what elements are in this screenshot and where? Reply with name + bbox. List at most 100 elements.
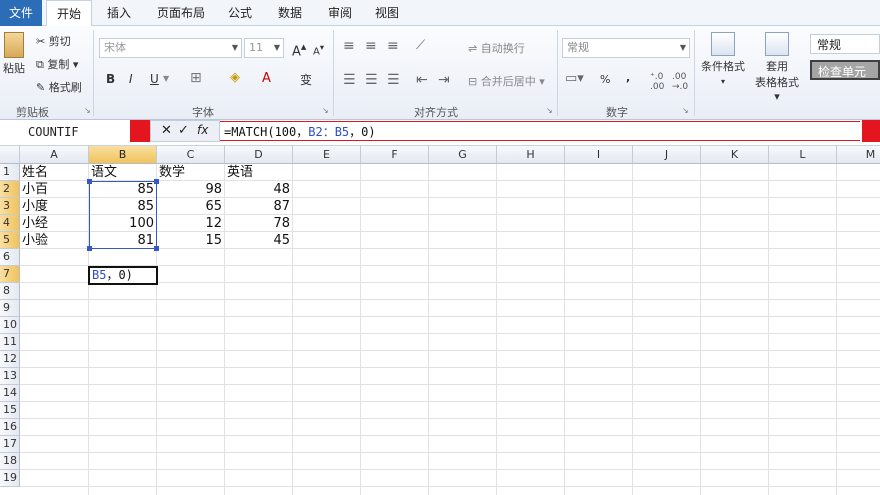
formula-input[interactable]: =MATCH(100，B2：B5，0) bbox=[220, 121, 860, 141]
row-header-11[interactable]: 11 bbox=[0, 334, 20, 351]
italic-button[interactable]: I bbox=[129, 72, 133, 86]
row-header-9[interactable]: 9 bbox=[0, 300, 20, 317]
comma-button[interactable]: , bbox=[626, 71, 630, 84]
wrap-text-button[interactable]: ⇌ 自动换行 bbox=[468, 40, 525, 56]
format-painter-button[interactable]: ✎ 格式刷 bbox=[36, 79, 82, 95]
tab-file[interactable]: 文件 bbox=[0, 0, 42, 26]
column-header-l[interactable]: L bbox=[769, 146, 837, 164]
cell-a5[interactable]: 小验 bbox=[22, 232, 48, 249]
shrink-font-button[interactable]: A▾ bbox=[313, 42, 324, 57]
cell-d3[interactable]: 87 bbox=[225, 198, 292, 215]
cell-d1[interactable]: 英语 bbox=[227, 164, 253, 181]
row-header-1[interactable]: 1 bbox=[0, 164, 20, 181]
align-bottom-icon[interactable]: ≡ bbox=[387, 38, 399, 54]
cut-button[interactable]: ✂ 剪切 bbox=[36, 33, 71, 49]
selection-handle[interactable] bbox=[154, 246, 159, 251]
tab-review[interactable]: 审阅 bbox=[327, 0, 353, 26]
column-header-h[interactable]: H bbox=[497, 146, 565, 164]
number-launcher-icon[interactable]: ↘ bbox=[682, 106, 689, 115]
cell-d4[interactable]: 78 bbox=[225, 215, 292, 232]
increase-indent-icon[interactable]: ⇥ bbox=[438, 72, 450, 88]
tab-view[interactable]: 视图 bbox=[374, 0, 400, 26]
cell-a1[interactable]: 姓名 bbox=[22, 164, 48, 181]
phonetic-button[interactable]: 变 bbox=[300, 71, 312, 88]
tab-insert[interactable]: 插入 bbox=[106, 0, 132, 26]
selection-handle[interactable] bbox=[87, 246, 92, 251]
decrease-decimal-icon[interactable]: .00 →.0 bbox=[672, 72, 688, 92]
grow-font-button[interactable]: A▴ bbox=[292, 40, 306, 59]
column-header-j[interactable]: J bbox=[633, 146, 701, 164]
select-all-corner[interactable] bbox=[0, 146, 20, 164]
cell-a4[interactable]: 小经 bbox=[22, 215, 48, 232]
cell-a2[interactable]: 小百 bbox=[22, 181, 48, 198]
align-right-icon[interactable]: ☰ bbox=[387, 72, 400, 88]
tab-data[interactable]: 数据 bbox=[277, 0, 303, 26]
row-header-7[interactable]: 7 bbox=[0, 266, 20, 283]
cell-a3[interactable]: 小度 bbox=[22, 198, 48, 215]
row-header-15[interactable]: 15 bbox=[0, 402, 20, 419]
insert-function-icon[interactable]: fx bbox=[197, 123, 208, 137]
align-left-icon[interactable]: ☰ bbox=[343, 72, 356, 88]
row-header-10[interactable]: 10 bbox=[0, 317, 20, 334]
row-header-6[interactable]: 6 bbox=[0, 249, 20, 266]
copy-button[interactable]: ⧉ 复制 ▾ bbox=[36, 56, 78, 72]
cell-c4[interactable]: 12 bbox=[157, 215, 224, 232]
tab-formulas[interactable]: 公式 bbox=[227, 0, 253, 26]
row-header-13[interactable]: 13 bbox=[0, 368, 20, 385]
row-header-14[interactable]: 14 bbox=[0, 385, 20, 402]
row-header-12[interactable]: 12 bbox=[0, 351, 20, 368]
enter-icon[interactable]: ✓ bbox=[178, 123, 189, 138]
number-format-select[interactable]: 常规 ▼ bbox=[562, 38, 690, 58]
column-header-i[interactable]: I bbox=[565, 146, 633, 164]
row-header-19[interactable]: 19 bbox=[0, 470, 20, 487]
cell-c1[interactable]: 数学 bbox=[159, 164, 185, 181]
underline-button[interactable]: U bbox=[150, 72, 159, 86]
merge-center-button[interactable]: ⊟ 合并后居中 ▾ bbox=[468, 73, 545, 89]
active-cell-b7-editor[interactable]: B5，0) bbox=[88, 266, 158, 285]
column-header-a[interactable]: A bbox=[20, 146, 89, 164]
paste-button[interactable]: 粘贴 bbox=[0, 32, 28, 76]
column-header-d[interactable]: D bbox=[225, 146, 293, 164]
row-header-2[interactable]: 2 bbox=[0, 181, 20, 198]
orientation-icon[interactable]: ⟋ bbox=[416, 38, 425, 53]
cell-c5[interactable]: 15 bbox=[157, 232, 224, 249]
column-header-g[interactable]: G bbox=[429, 146, 497, 164]
font-name-select[interactable]: 宋体 ▼ bbox=[99, 38, 242, 58]
font-color-button[interactable]: A bbox=[262, 71, 271, 86]
row-header-5[interactable]: 5 bbox=[0, 232, 20, 249]
clipboard-launcher-icon[interactable]: ↘ bbox=[84, 106, 91, 115]
conditional-format-button[interactable]: 条件格式 ▾ bbox=[698, 32, 748, 87]
align-middle-icon[interactable]: ≡ bbox=[365, 38, 377, 54]
format-as-table-button[interactable]: 套用 表格格式 ▾ bbox=[752, 32, 802, 103]
style-normal[interactable]: 常规 bbox=[810, 34, 880, 54]
currency-icon[interactable]: ▭▾ bbox=[565, 71, 584, 86]
cell-c2[interactable]: 98 bbox=[157, 181, 224, 198]
row-header-17[interactable]: 17 bbox=[0, 436, 20, 453]
row-header-18[interactable]: 18 bbox=[0, 453, 20, 470]
selection-handle[interactable] bbox=[154, 179, 159, 184]
style-check-cell[interactable]: 检查单元 bbox=[810, 60, 880, 80]
decrease-indent-icon[interactable]: ⇤ bbox=[416, 72, 428, 88]
cancel-icon[interactable]: ✕ bbox=[161, 123, 172, 138]
column-header-c[interactable]: C bbox=[157, 146, 225, 164]
alignment-launcher-icon[interactable]: ↘ bbox=[546, 106, 553, 115]
bold-button[interactable]: B bbox=[106, 72, 115, 86]
row-header-3[interactable]: 3 bbox=[0, 198, 20, 215]
cell-b1[interactable]: 语文 bbox=[91, 164, 117, 181]
name-box[interactable]: COUNTIF bbox=[0, 122, 130, 142]
column-header-k[interactable]: K bbox=[701, 146, 769, 164]
column-header-e[interactable]: E bbox=[293, 146, 361, 164]
column-header-m[interactable]: M bbox=[837, 146, 880, 164]
fill-color-icon[interactable]: ◈ bbox=[230, 70, 240, 85]
row-header-4[interactable]: 4 bbox=[0, 215, 20, 232]
tab-page-layout[interactable]: 页面布局 bbox=[152, 0, 210, 26]
column-header-b[interactable]: B bbox=[89, 146, 157, 164]
font-size-select[interactable]: 11 ▼ bbox=[244, 38, 284, 58]
cell-d5[interactable]: 45 bbox=[225, 232, 292, 249]
row-header-16[interactable]: 16 bbox=[0, 419, 20, 436]
column-header-f[interactable]: F bbox=[361, 146, 429, 164]
range-selection-b2-b5[interactable] bbox=[87, 179, 159, 251]
border-icon[interactable]: ⊞ bbox=[190, 70, 202, 86]
chevron-down-icon[interactable]: ▼ bbox=[163, 74, 169, 83]
increase-decimal-icon[interactable]: ⁺.0.00 bbox=[650, 72, 664, 92]
